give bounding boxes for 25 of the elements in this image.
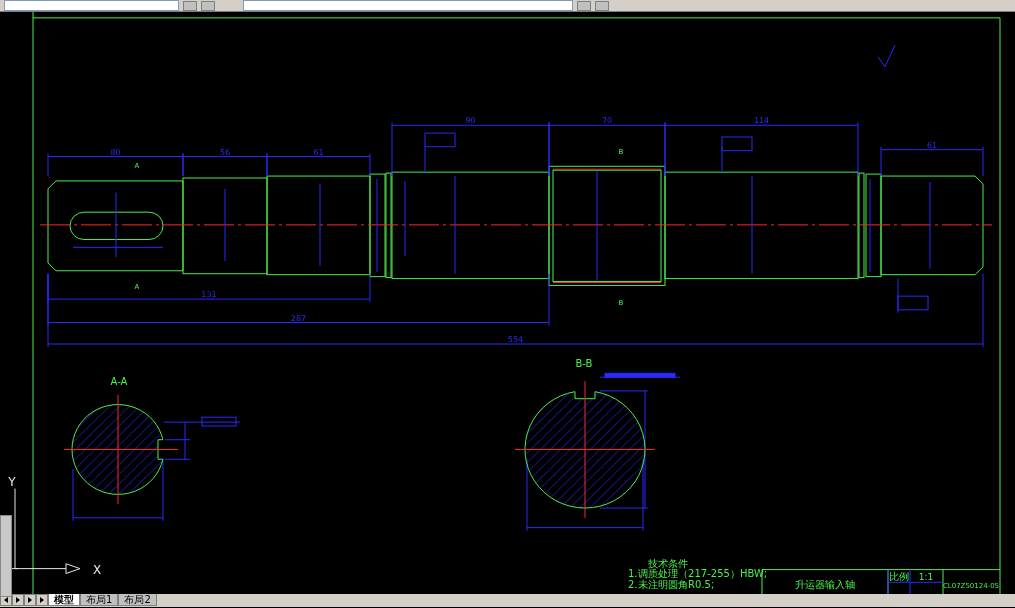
toolbar-field[interactable] [4,0,179,11]
roughness-symbol-icon [877,44,896,68]
axis-label: X [92,563,102,578]
note-text: 1.调质处理（217-255）HBW; [628,568,768,580]
note-text: 2.未注明圆角R0.5; [628,579,715,591]
layout-tab[interactable]: 模型 [48,594,80,606]
scale-label: 比例 [888,571,910,583]
toolbar-button[interactable] [183,0,197,11]
toolbar-button[interactable] [201,0,215,11]
notes-title: 技术条件 [647,557,689,569]
toolbar-field[interactable] [243,0,573,11]
section-title: B-B [575,358,593,370]
layout-tab[interactable]: 布局2 [118,594,157,606]
tab-nav-button[interactable] [36,594,48,606]
arrow-left-icon [3,597,9,603]
section-title: A-A [110,376,128,387]
layout-tab[interactable]: 布局1 [80,594,119,606]
toolbar-button[interactable] [595,0,609,11]
scale-value: 1:1 [918,572,934,583]
axis-label: Y [8,474,16,489]
part-name: 升运器输入轴 [794,579,856,591]
ucs-icon [11,488,81,574]
toolbar-button[interactable] [577,0,591,11]
tab-nav-button[interactable] [24,594,36,606]
tab-nav-button[interactable] [12,594,24,606]
